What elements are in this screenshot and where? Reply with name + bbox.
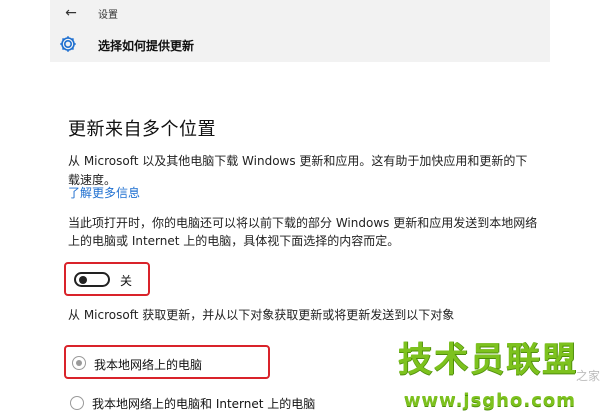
radio-local-network[interactable]	[72, 356, 86, 370]
app-title: 设置	[98, 10, 118, 21]
radio-highlight: 我本地网络上的电脑	[64, 345, 270, 379]
source-description: 从 Microsoft 获取更新，并从以下对象获取更新或将更新发送到以下对象	[68, 308, 455, 322]
title-bar: ← 设置 选择如何提供更新	[50, 0, 550, 62]
back-arrow-icon[interactable]: ←	[62, 5, 80, 21]
updates-toggle[interactable]	[74, 272, 110, 287]
watermark-side-text: 之家	[575, 369, 600, 383]
page-title: 选择如何提供更新	[98, 39, 195, 53]
watermark-url: www.jsgho.com	[403, 390, 576, 411]
radio-local-network-label[interactable]: 我本地网络上的电脑	[94, 356, 202, 373]
toggle-description: 当此项打开时，你的电脑还可以将以前下载的部分 Windows 更新和应用发送到本…	[68, 216, 538, 248]
learn-more-link[interactable]: 了解更多信息	[68, 184, 140, 201]
section-heading: 更新来自多个位置	[68, 119, 216, 140]
radio-local-and-internet[interactable]	[70, 396, 84, 410]
watermark-brand: 技术员联盟	[398, 340, 578, 380]
gear-icon	[60, 36, 76, 52]
radio-local-and-internet-label[interactable]: 我本地网络上的电脑和 Internet 上的电脑	[92, 395, 315, 412]
toggle-state-label: 关	[120, 274, 133, 288]
left-margin	[0, 0, 50, 419]
toggle-highlight: 关	[64, 262, 150, 296]
toggle-knob	[79, 276, 87, 284]
